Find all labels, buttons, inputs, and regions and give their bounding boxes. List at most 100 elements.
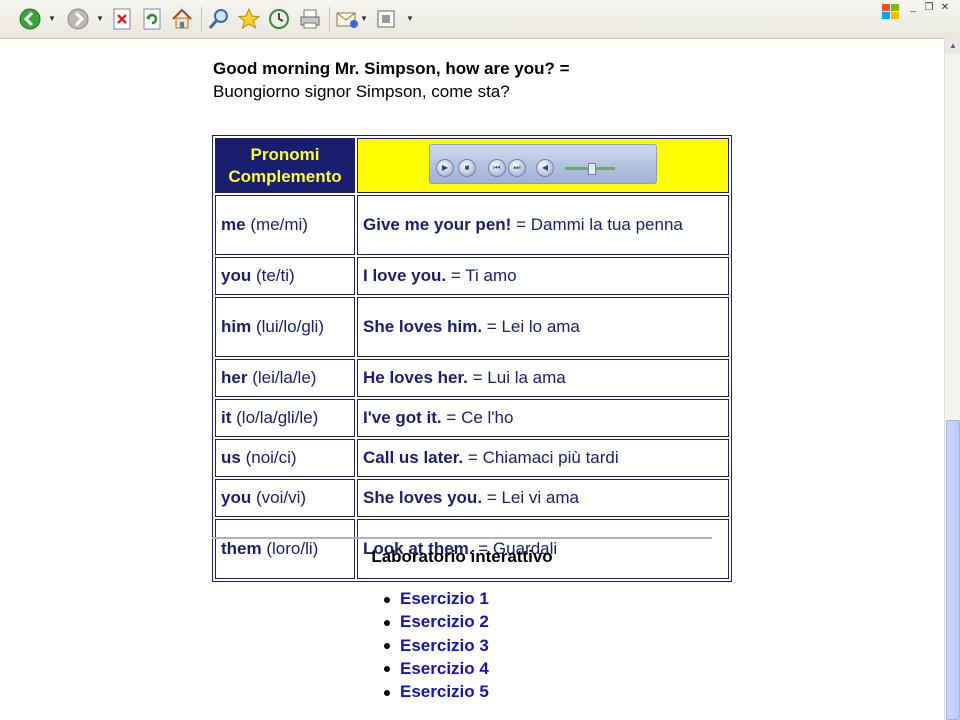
example-equals: = — [486, 317, 497, 336]
pronoun-cell: her (lei/la/le) — [215, 359, 355, 397]
exercise-item: Esercizio 1 — [384, 587, 489, 610]
forward-icon[interactable] — [66, 6, 90, 32]
bullet-icon — [384, 666, 390, 673]
exercise-link[interactable]: Esercizio 3 — [400, 636, 489, 655]
greeting-equals: = — [559, 59, 570, 78]
exercise-item: Esercizio 4 — [384, 657, 489, 680]
example-cell: He loves her. = Lui la ama — [357, 359, 729, 397]
pronoun-cell: you (te/ti) — [215, 257, 355, 295]
pronoun-english: it — [221, 408, 232, 427]
table-row: us (noi/ci) Call us later. = Chiamaci più… — [215, 439, 729, 477]
example-translation: Ti amo — [465, 266, 517, 285]
example-sentence: She loves you. — [363, 488, 483, 507]
pronoun-english: him — [221, 317, 252, 336]
stop-icon[interactable] — [112, 6, 132, 32]
greeting-italian: Buongiorno signor Simpson, come sta? — [213, 82, 510, 101]
pronoun-cell: us (noi/ci) — [215, 439, 355, 477]
example-cell: She loves him. = Lei lo ama — [357, 297, 729, 357]
exercise-link[interactable]: Esercizio 2 — [400, 612, 489, 631]
greeting-english: Good morning Mr. Simpson, how are you? — [213, 59, 555, 78]
mail-dropdown-arrow[interactable]: ▼ — [360, 14, 368, 23]
windows-logo-icon — [880, 2, 902, 27]
history-icon[interactable] — [267, 6, 291, 32]
bullet-icon — [384, 643, 390, 650]
pronoun-italian: (lo/la/gli/le) — [236, 408, 319, 427]
exercise-item: Esercizio 3 — [384, 634, 489, 657]
back-dropdown-arrow[interactable]: ▼ — [48, 14, 56, 23]
example-cell: I love you. = Ti amo — [357, 257, 729, 295]
lab-title: Laboratorio interattivo — [371, 547, 553, 566]
previous-icon[interactable]: ⏮ — [488, 159, 506, 177]
scrollbar-thumb[interactable] — [946, 420, 960, 720]
edit-dropdown-arrow[interactable]: ▼ — [406, 14, 414, 23]
media-player[interactable]: ▶ ■ ⏮ ⏭ ◀ — [429, 144, 657, 184]
table-row: you (te/ti) I love you. = Ti amo — [215, 257, 729, 295]
example-equals: = — [472, 368, 483, 387]
pronoun-italian: (voi/vi) — [255, 488, 307, 507]
close-icon[interactable]: ✕ — [938, 2, 952, 14]
forward-dropdown-arrow[interactable]: ▼ — [96, 14, 104, 23]
exercise-item: Esercizio 2 — [384, 610, 489, 633]
home-icon[interactable] — [170, 6, 194, 32]
example-sentence: Give me your pen! — [363, 215, 512, 234]
window-controls: _ ❐ ✕ — [906, 2, 952, 14]
bullet-icon — [384, 596, 390, 603]
browser-toolbar: ▼ ▼ ▼ ▼ _ ❐ ✕ — [0, 0, 960, 39]
minimize-icon[interactable]: _ — [906, 2, 920, 14]
pronoun-cell: you (voi/vi) — [215, 479, 355, 517]
bullet-icon — [384, 689, 390, 696]
exercise-list: Esercizio 1 Esercizio 2 Esercizio 3 Eserciz… — [384, 587, 489, 703]
table-header-line2: Complemento — [228, 166, 342, 186]
table-row: her (lei/la/le) He loves her. = Lui la am… — [215, 359, 729, 397]
example-cell: She loves you. = Lei vi ama — [357, 479, 729, 517]
back-icon[interactable] — [18, 6, 42, 32]
refresh-icon[interactable] — [142, 6, 162, 32]
example-equals: = — [516, 215, 526, 234]
media-player-cell: ▶ ■ ⏮ ⏭ ◀ — [357, 138, 729, 193]
pronoun-cell: it (lo/la/gli/le) — [215, 399, 355, 437]
mail-icon[interactable] — [335, 6, 359, 32]
toolbar-separator — [201, 7, 202, 31]
example-sentence: She loves him. — [363, 317, 483, 336]
table-row: him (lui/lo/gli) She loves him. = Lei lo … — [215, 297, 729, 357]
exercise-link[interactable]: Esercizio 1 — [400, 589, 489, 608]
volume-slider-handle[interactable] — [588, 163, 596, 175]
pronoun-cell: him (lui/lo/gli) — [215, 297, 355, 357]
pronoun-english: us — [221, 448, 241, 467]
print-icon[interactable] — [298, 6, 322, 32]
example-translation: Dammi la tua penna — [530, 215, 683, 234]
example-sentence: He loves her. — [363, 368, 468, 387]
scroll-up-arrow-icon[interactable]: ▲ — [945, 38, 960, 54]
exercise-item: Esercizio 5 — [384, 680, 489, 703]
example-sentence: I love you. — [363, 266, 447, 285]
mute-icon[interactable]: ◀ — [536, 159, 554, 177]
table-row: you (voi/vi) She loves you. = Lei vi ama — [215, 479, 729, 517]
restore-icon[interactable]: ❐ — [922, 2, 936, 14]
pronoun-english: her — [221, 368, 248, 387]
example-equals: = — [446, 408, 457, 427]
pronoun-english: you — [221, 266, 252, 285]
example-equals: = — [486, 488, 497, 507]
example-cell: Call us later. = Chiamaci più tardi — [357, 439, 729, 477]
vertical-scrollbar[interactable]: ▲ — [944, 38, 960, 720]
pronouns-table: Pronomi Complemento ▶ ■ ⏮ ⏭ ◀ me (me/mi)… — [212, 135, 732, 582]
toolbar-separator — [329, 7, 330, 31]
edit-icon[interactable] — [375, 6, 397, 32]
pronoun-italian: (te/ti) — [255, 266, 295, 285]
exercise-link[interactable]: Esercizio 5 — [400, 682, 489, 701]
example-equals: = — [450, 266, 461, 285]
favorites-icon[interactable] — [237, 6, 261, 32]
next-icon[interactable]: ⏭ — [508, 159, 526, 177]
greeting-block: Good morning Mr. Simpson, how are you? =… — [213, 57, 570, 103]
example-cell: I've got it. = Ce l'ho — [357, 399, 729, 437]
table-header-row: Pronomi Complemento ▶ ■ ⏮ ⏭ ◀ — [215, 138, 729, 193]
table-body: me (me/mi) Give me your pen! = Dammi la t… — [215, 195, 729, 579]
horizontal-divider — [212, 537, 712, 539]
example-translation: Ce l'ho — [461, 408, 514, 427]
exercise-link[interactable]: Esercizio 4 — [400, 659, 489, 678]
pronoun-italian: (me/mi) — [250, 215, 308, 234]
table-row: me (me/mi) Give me your pen! = Dammi la t… — [215, 195, 729, 255]
search-icon[interactable] — [207, 6, 231, 32]
play-icon[interactable]: ▶ — [436, 159, 454, 177]
stop-media-icon[interactable]: ■ — [458, 159, 476, 177]
